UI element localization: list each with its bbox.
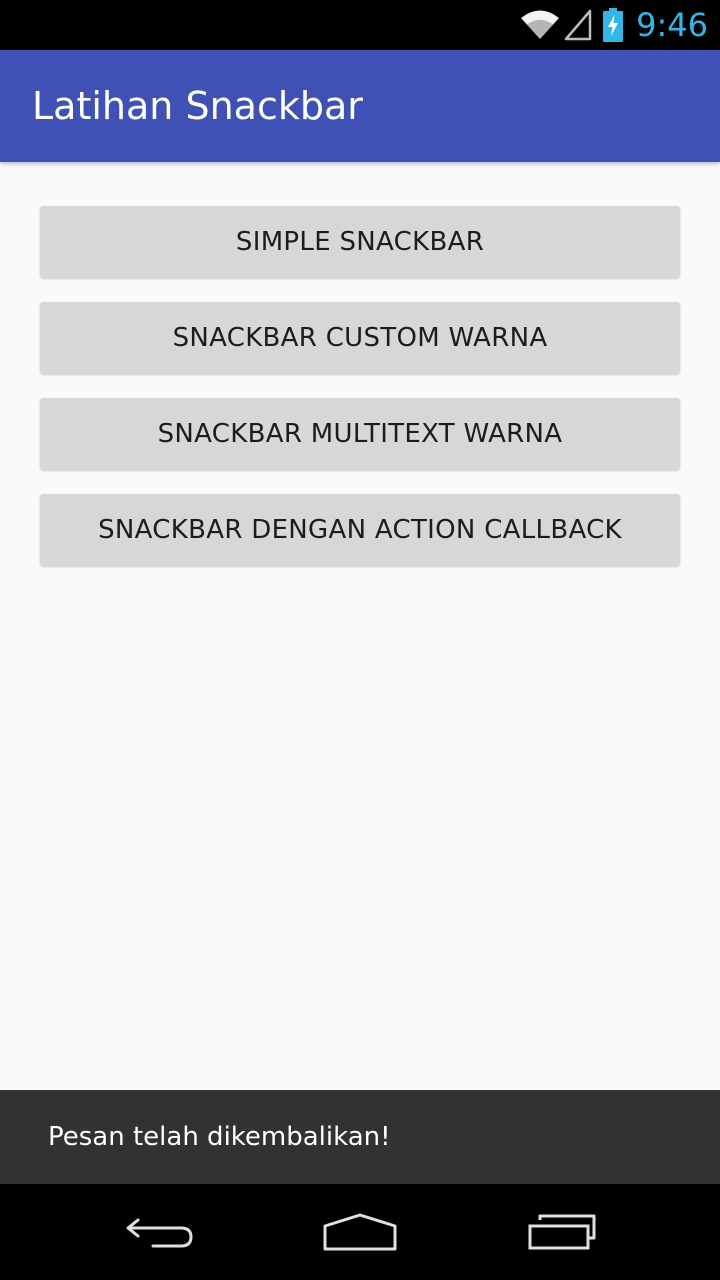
- recents-icon: [526, 1212, 598, 1252]
- snackbar-message: Pesan telah dikembalikan!: [48, 1122, 391, 1152]
- app-bar: Latihan Snackbar: [0, 50, 720, 162]
- navigation-bar: [0, 1184, 720, 1280]
- signal-icon: [564, 9, 592, 41]
- snackbar-action-callback-button[interactable]: SNACKBAR DENGAN ACTION CALLBACK: [40, 494, 680, 566]
- back-icon: [125, 1212, 195, 1252]
- snackbar-multitext-warna-button[interactable]: SNACKBAR MULTITEXT WARNA: [40, 398, 680, 470]
- home-icon: [322, 1212, 398, 1252]
- recents-button[interactable]: [482, 1184, 642, 1280]
- main-content: SIMPLE SNACKBAR SNACKBAR CUSTOM WARNA SN…: [0, 162, 720, 1090]
- battery-charging-icon: [602, 8, 624, 42]
- snackbar-custom-warna-button[interactable]: SNACKBAR CUSTOM WARNA: [40, 302, 680, 374]
- wifi-icon: [520, 9, 560, 41]
- back-button[interactable]: [80, 1184, 240, 1280]
- status-bar: 9:46: [0, 0, 720, 50]
- home-button[interactable]: [280, 1184, 440, 1280]
- status-icons: 9:46: [520, 0, 708, 50]
- status-clock: 9:46: [636, 6, 708, 44]
- snackbar: Pesan telah dikembalikan!: [0, 1090, 720, 1184]
- simple-snackbar-button[interactable]: SIMPLE SNACKBAR: [40, 206, 680, 278]
- page-title: Latihan Snackbar: [32, 84, 363, 128]
